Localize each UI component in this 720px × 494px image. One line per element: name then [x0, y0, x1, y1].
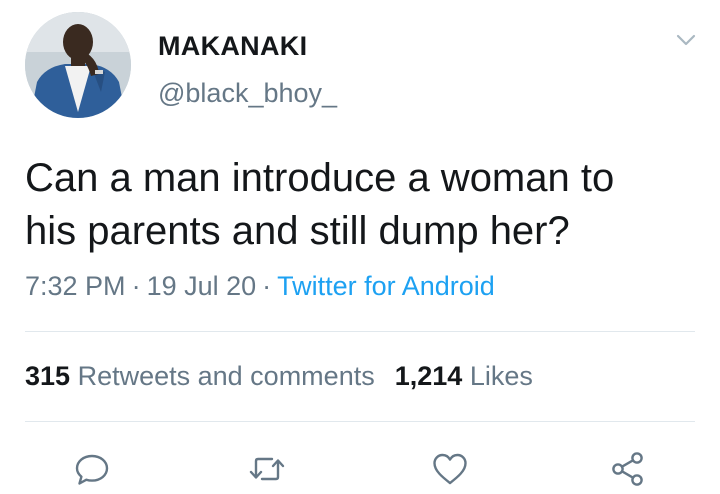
- retweets-count: 315: [25, 361, 71, 391]
- likes-label: Likes: [469, 361, 533, 391]
- retweets-label: Retweets and comments: [77, 361, 375, 391]
- avatar[interactable]: [25, 12, 131, 118]
- tweet-time: 7:32 PM: [25, 271, 126, 301]
- chevron-down-icon[interactable]: [670, 28, 702, 52]
- share-icon[interactable]: [608, 449, 648, 489]
- tweet-meta: 7:32 PM · 19 Jul 20 · Twitter for Android: [25, 271, 495, 302]
- author-handle[interactable]: @black_bhoy_: [158, 78, 337, 109]
- tweet-text-line: Can a man introduce a woman to: [25, 156, 615, 200]
- tweet-date: 19 Jul 20: [146, 271, 257, 301]
- divider: [25, 331, 695, 332]
- tweet-source-link[interactable]: Twitter for Android: [277, 271, 495, 301]
- meta-separator: ·: [131, 271, 141, 301]
- tweet-text-line: his parents and still dump her?: [25, 209, 570, 253]
- heart-icon[interactable]: [430, 449, 470, 489]
- retweet-icon[interactable]: [247, 449, 287, 489]
- likes-stat[interactable]: 1,214 Likes: [395, 361, 533, 391]
- meta-separator: ·: [262, 271, 272, 301]
- divider: [25, 421, 695, 422]
- reply-icon[interactable]: [72, 449, 112, 489]
- tweet-text: Can a man introduce a woman to his paren…: [25, 152, 705, 258]
- retweets-stat[interactable]: 315 Retweets and comments: [25, 361, 375, 391]
- likes-count: 1,214: [394, 361, 463, 391]
- author-display-name[interactable]: MAKANAKI: [158, 31, 307, 62]
- tweet-stats: 315 Retweets and comments 1,214 Likes: [25, 361, 533, 392]
